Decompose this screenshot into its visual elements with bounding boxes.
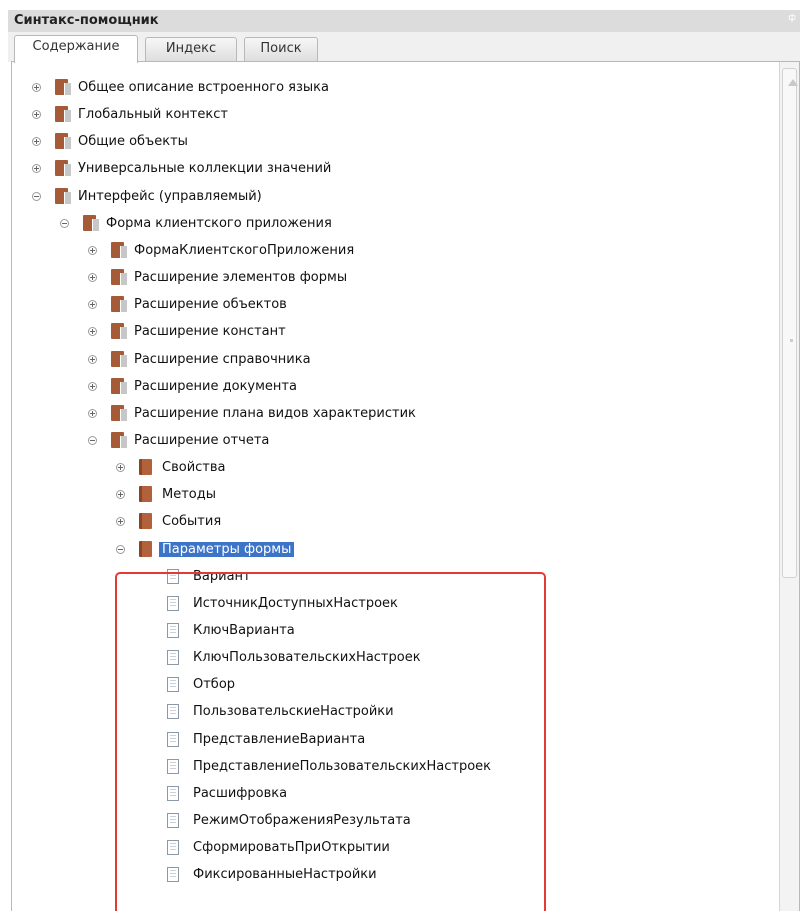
tree-item[interactable]: Методы — [116, 481, 216, 507]
book-stack-icon — [55, 106, 71, 122]
tree-item[interactable]: Расширение констант — [88, 318, 286, 344]
tree-item[interactable]: Общие объекты — [32, 128, 188, 154]
tree-item[interactable]: Форма клиентского приложения — [60, 210, 332, 236]
tree-item-label: Расширение констант — [134, 323, 286, 339]
tree-item-label: События — [162, 513, 222, 529]
tree-item-label: Расширение документа — [134, 378, 297, 394]
book-stack-icon — [111, 378, 127, 394]
tree-item-label: Общие объекты — [78, 133, 188, 149]
expand-icon[interactable] — [88, 408, 97, 418]
tree-item[interactable]: ФормаКлиентскогоПриложения — [88, 237, 354, 263]
book-stack-icon — [111, 296, 127, 312]
book-stack-icon — [55, 79, 71, 95]
tree-item[interactable]: Расширение отчета — [88, 427, 269, 453]
book-stack-icon — [111, 405, 127, 421]
tree-item[interactable]: Расширение элементов формы — [88, 264, 347, 290]
tree-item-label: Универсальные коллекции значений — [78, 160, 332, 176]
book-stack-icon — [83, 215, 99, 231]
expand-icon[interactable] — [88, 245, 97, 255]
book-stack-icon — [111, 432, 127, 448]
expand-icon[interactable] — [32, 163, 41, 173]
tree-item[interactable]: Универсальные коллекции значений — [32, 155, 331, 181]
collapse-icon[interactable] — [60, 218, 69, 228]
window-title: Синтакс-помощник — [14, 13, 159, 28]
tree-item[interactable]: Расширение документа — [88, 373, 297, 399]
expand-icon[interactable] — [88, 326, 97, 336]
tab-strip: Содержание Индекс Поиск — [8, 32, 800, 63]
expand-icon[interactable] — [116, 489, 125, 499]
book-stack-icon — [111, 269, 127, 285]
title-bar: Синтакс-помощник ф — [8, 10, 800, 32]
expand-icon[interactable] — [32, 82, 41, 92]
tree-item-label: Расширение справочника — [134, 351, 311, 367]
book-icon — [139, 541, 152, 557]
highlight-frame — [115, 572, 546, 911]
tree-item[interactable]: Общее описание встроенного языка — [32, 74, 329, 100]
tree-item-label: Расширение элементов формы — [134, 269, 348, 285]
expand-icon[interactable] — [116, 516, 125, 526]
book-stack-icon — [55, 160, 71, 176]
book-stack-icon — [55, 133, 71, 149]
tree-item-label: Расширение отчета — [134, 432, 270, 448]
tree-item[interactable]: Глобальный контекст — [32, 101, 228, 127]
tree-item-label: Глобальный контекст — [78, 106, 228, 122]
expand-icon[interactable] — [88, 272, 97, 282]
tree-item[interactable]: Интерфейс (управляемый) — [32, 183, 262, 209]
expand-icon[interactable] — [116, 462, 125, 472]
scrollbar-thumb[interactable] — [782, 68, 798, 578]
expand-icon[interactable] — [88, 381, 97, 391]
book-icon — [139, 513, 152, 529]
book-stack-icon — [111, 323, 127, 339]
tree-item[interactable]: Параметры формы — [116, 536, 295, 562]
grip-icon — [790, 339, 793, 342]
tree-item-label: Расширение объектов — [134, 296, 287, 312]
tab-search[interactable]: Поиск — [244, 37, 318, 61]
tab-contents[interactable]: Содержание — [14, 35, 138, 63]
tree-item[interactable]: Расширение справочника — [88, 346, 311, 372]
scroll-up-icon[interactable] — [788, 79, 798, 86]
book-stack-icon — [55, 188, 71, 204]
expand-icon[interactable] — [88, 299, 97, 309]
tree-item-label: Общее описание встроенного языка — [78, 79, 329, 95]
book-stack-icon — [111, 242, 127, 258]
tree-item[interactable]: Расширение плана видов характеристик — [88, 400, 416, 426]
tree-item-label: Методы — [162, 486, 216, 502]
expand-icon[interactable] — [32, 109, 41, 119]
book-stack-icon — [111, 351, 127, 367]
tree-item-label: Форма клиентского приложения — [106, 215, 332, 231]
book-icon — [139, 459, 152, 475]
tab-index[interactable]: Индекс — [145, 37, 237, 61]
tree-item-label: Расширение плана видов характеристик — [134, 405, 416, 421]
tree-item-label: Свойства — [162, 459, 226, 475]
collapse-icon[interactable] — [88, 435, 97, 445]
tree-item-label: ФормаКлиентскогоПриложения — [134, 242, 355, 258]
expand-icon[interactable] — [32, 136, 41, 146]
tree-item[interactable]: Расширение объектов — [88, 291, 287, 317]
vertical-scrollbar[interactable] — [779, 62, 799, 911]
tree-item-label: Интерфейс (управляемый) — [78, 188, 262, 204]
tree-item[interactable]: Свойства — [116, 454, 226, 480]
tree-item[interactable]: События — [116, 508, 221, 534]
tree-item-label: Параметры формы — [159, 541, 295, 557]
pin-icon[interactable]: ф — [788, 13, 796, 23]
book-icon — [139, 486, 152, 502]
expand-icon[interactable] — [88, 354, 97, 364]
collapse-icon[interactable] — [32, 191, 41, 201]
collapse-icon[interactable] — [116, 544, 125, 554]
